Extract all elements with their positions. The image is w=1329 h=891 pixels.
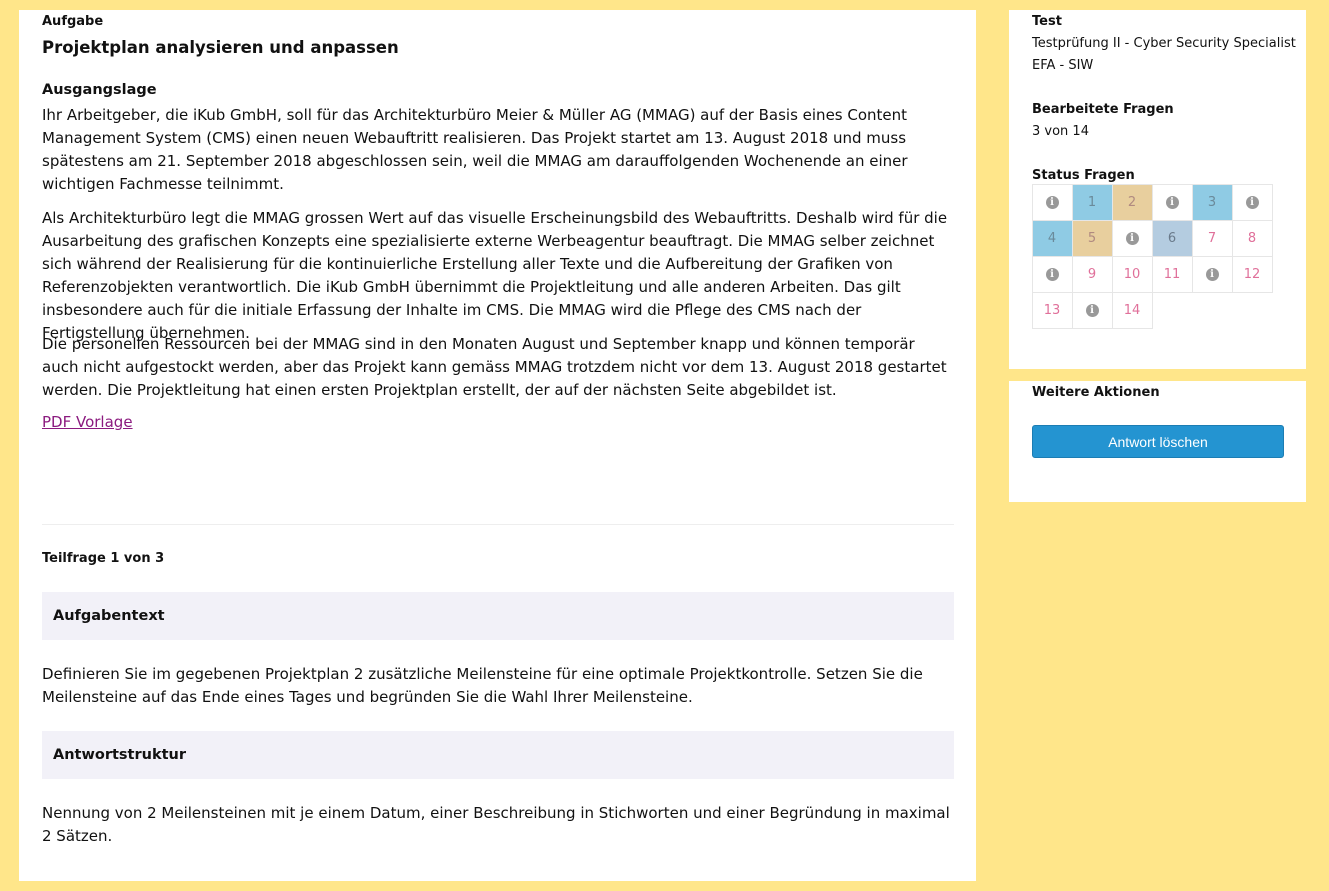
paragraph-2: Als Architekturbüro legt die MMAG grosse…: [42, 209, 948, 342]
info-icon: i: [1245, 195, 1259, 209]
status-cell-question-12[interactable]: 12: [1231, 255, 1273, 293]
status-fragen-label: Status Fragen: [1032, 168, 1135, 183]
info-icon: i: [1125, 231, 1139, 245]
status-cell-question-7[interactable]: 7: [1191, 219, 1233, 257]
antwortstruktur-text: Nennung von 2 Meilensteinen mit je einem…: [42, 804, 950, 845]
info-icon: i: [1085, 303, 1099, 317]
aufgabe-label: Aufgabe: [42, 14, 104, 29]
page-title: Projektplan analysieren und anpassen: [42, 38, 399, 57]
paragraph-1: Ihr Arbeitgeber, die iKub GmbH, soll für…: [42, 106, 908, 193]
status-cell-question-5[interactable]: 5: [1071, 219, 1113, 257]
divider: [42, 524, 954, 525]
status-cell-question-1[interactable]: 1: [1071, 183, 1113, 221]
status-cell-info[interactable]: i: [1031, 183, 1073, 221]
main-panel: Aufgabe Projektplan analysieren und anpa…: [19, 10, 976, 881]
weitere-aktionen-label: Weitere Aktionen: [1032, 385, 1160, 400]
test-info-panel: Test Testprüfung II - Cyber Security Spe…: [1009, 10, 1306, 369]
status-cell-question-14[interactable]: 14: [1111, 291, 1153, 329]
info-icon: i: [1165, 195, 1179, 209]
status-cell-question-6[interactable]: 6: [1151, 219, 1193, 257]
aufgabentext: Definieren Sie im gegebenen Projektplan …: [42, 665, 923, 706]
status-cell-question-11[interactable]: 11: [1151, 255, 1193, 293]
bearbeitete-fragen-value: 3 von 14: [1032, 124, 1089, 139]
delete-answer-button[interactable]: Antwort löschen: [1032, 425, 1284, 458]
info-icon: i: [1045, 267, 1059, 281]
paragraph-3: Die personellen Ressourcen bei der MMAG …: [42, 335, 947, 399]
status-cell-info[interactable]: i: [1231, 183, 1273, 221]
pdf-vorlage-link[interactable]: PDF Vorlage: [42, 413, 133, 431]
status-cell-question-3[interactable]: 3: [1191, 183, 1233, 221]
status-cell-info[interactable]: i: [1151, 183, 1193, 221]
status-cell-question-13[interactable]: 13: [1031, 291, 1073, 329]
test-name-line2: EFA - SIW: [1032, 58, 1094, 73]
status-cell-question-9[interactable]: 9: [1071, 255, 1113, 293]
status-cell-info[interactable]: i: [1191, 255, 1233, 293]
actions-panel: Weitere Aktionen Antwort löschen: [1009, 381, 1306, 502]
status-cell-question-4[interactable]: 4: [1031, 219, 1073, 257]
status-cell-info[interactable]: i: [1111, 219, 1153, 257]
test-label: Test: [1032, 14, 1062, 29]
status-cell-question-2[interactable]: 2: [1111, 183, 1153, 221]
status-cell-info[interactable]: i: [1071, 291, 1113, 329]
antwortstruktur-heading: Antwortstruktur: [42, 731, 954, 779]
status-cell-info[interactable]: i: [1031, 255, 1073, 293]
info-icon: i: [1205, 267, 1219, 281]
aufgabentext-heading: Aufgabentext: [42, 592, 954, 640]
test-name-line1: Testprüfung II - Cyber Security Speciali…: [1032, 36, 1296, 51]
info-icon: i: [1045, 195, 1059, 209]
status-cell-question-8[interactable]: 8: [1231, 219, 1273, 257]
teilfrage-counter: Teilfrage 1 von 3: [42, 551, 165, 566]
ausgangslage-heading: Ausgangslage: [42, 82, 157, 98]
status-cell-question-10[interactable]: 10: [1111, 255, 1153, 293]
status-grid: i 1 2 i 3 i 4 5 i 6 7 8 i 9 10 11 i 12 13 i 14: [1031, 183, 1273, 329]
bearbeitete-fragen-label: Bearbeitete Fragen: [1032, 102, 1174, 117]
